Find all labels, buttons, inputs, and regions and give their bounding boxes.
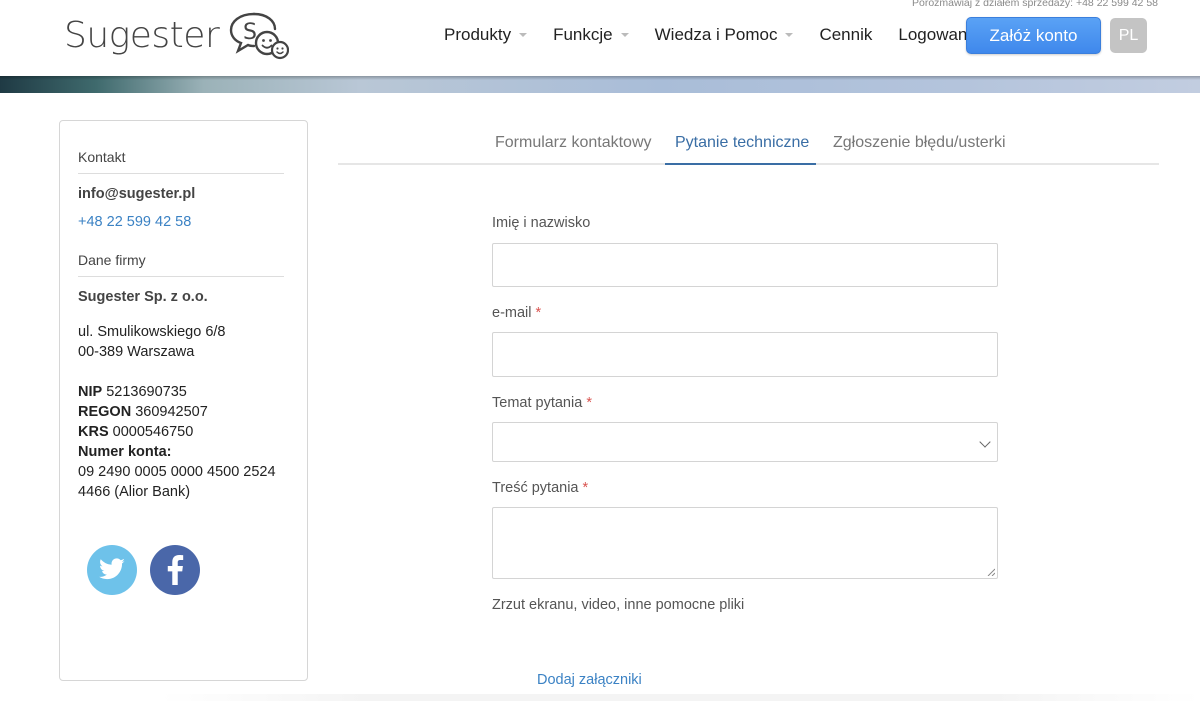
topic-label: Temat pytania *: [492, 395, 592, 411]
address-line-2: 00-389 Warszawa: [78, 344, 195, 360]
tab-zgloszenie-bledu[interactable]: Zgłoszenie błędu/usterki: [833, 120, 1006, 165]
account-label-text: Numer konta:: [78, 444, 172, 460]
topic-label-text: Temat pytania: [492, 395, 583, 411]
logo[interactable]: Sugester S: [64, 10, 290, 60]
nip-label: NIP: [78, 384, 103, 400]
nav-label: Cennik: [819, 25, 873, 44]
krs-row: KRS 0000546750: [78, 422, 193, 442]
nav-label: Produkty: [444, 25, 512, 44]
company-name: Sugester Sp. z o.o.: [78, 289, 208, 305]
required-mark: *: [586, 395, 592, 411]
svg-text:S: S: [243, 20, 257, 45]
twitter-button[interactable]: [87, 545, 137, 595]
sales-phone-line: Porozmawiaj z działem sprzedaży: +48 22 …: [911, 0, 1158, 9]
main-nav: Produkty Funkcje Wiedza i Pomoc Cennik L…: [444, 18, 1007, 52]
nav-label: Funkcje: [553, 25, 613, 44]
content-label: Treść pytania *: [492, 480, 588, 496]
nav-wiedza-i-pomoc[interactable]: Wiedza i Pomoc: [655, 25, 794, 45]
name-label-text: Imię i nazwisko: [492, 215, 591, 231]
banner-shadow: [0, 76, 1200, 80]
contact-email[interactable]: info@sugester.pl: [78, 184, 195, 204]
signup-button[interactable]: Załóż konto: [966, 17, 1101, 54]
twitter-icon: [99, 558, 125, 580]
contact-tabs: Formularz kontaktowy Pytanie techniczne …: [338, 120, 1159, 165]
resize-handle-icon[interactable]: [987, 568, 995, 576]
language-button[interactable]: PL: [1110, 18, 1147, 53]
contact-phone[interactable]: +48 22 599 42 58: [78, 212, 191, 232]
nip-row: NIP 5213690735: [78, 382, 187, 402]
regon-row: REGON 360942507: [78, 402, 208, 422]
caret-down-icon: [519, 33, 528, 37]
files-label: Zrzut ekranu, video, inne pomocne pliki: [492, 597, 745, 613]
account-line-2: 4466 (Alior Bank): [78, 484, 191, 500]
email-input[interactable]: [492, 332, 998, 377]
facebook-icon: [167, 555, 184, 585]
caret-down-icon: [620, 33, 629, 37]
nav-cennik[interactable]: Cennik: [819, 25, 872, 45]
regon-value: 360942507: [135, 404, 208, 420]
regon-label: REGON: [78, 404, 132, 420]
add-attachments-link[interactable]: Dodaj załączniki: [537, 672, 642, 688]
nav-funkcje[interactable]: Funkcje: [553, 25, 629, 45]
email-label-text: e-mail: [492, 305, 532, 321]
name-label: Imię i nazwisko: [492, 215, 590, 231]
chat-bubbles-logo-icon: S: [230, 12, 290, 60]
bottom-edge: [160, 694, 1200, 701]
divider: [78, 173, 284, 174]
tab-pytanie-techniczne[interactable]: Pytanie techniczne: [675, 120, 809, 165]
krs-label: KRS: [78, 424, 109, 440]
krs-value: 0000546750: [112, 424, 194, 440]
content-textarea[interactable]: [492, 507, 998, 579]
nav-produkty[interactable]: Produkty: [444, 25, 528, 45]
required-mark: *: [582, 480, 589, 496]
company-title: Dane firmy: [78, 252, 146, 268]
account-line-1: 09 2490 0005 0000 4500 2524: [78, 464, 276, 480]
caret-down-icon: [785, 33, 794, 37]
contact-title: Kontakt: [78, 149, 126, 165]
contact-sidebar: Kontakt info@sugester.pl +48 22 599 42 5…: [59, 120, 308, 681]
content-label-text: Treść pytania: [492, 480, 579, 496]
active-tab-indicator: [665, 163, 816, 165]
address-line-1: ul. Smulikowskiego 6/8: [78, 324, 226, 340]
chevron-down-icon: [979, 436, 991, 448]
account-label: Numer konta:: [78, 442, 171, 462]
name-input[interactable]: [492, 243, 998, 287]
logo-text: Sugester: [64, 14, 220, 56]
required-mark: *: [535, 305, 542, 321]
tab-formularz-kontaktowy[interactable]: Formularz kontaktowy: [495, 120, 652, 165]
site-header: Porozmawiaj z działem sprzedaży: +48 22 …: [0, 0, 1200, 76]
email-label: e-mail *: [492, 305, 541, 321]
nip-value: 5213690735: [106, 384, 187, 400]
facebook-button[interactable]: [150, 545, 200, 595]
divider: [78, 276, 284, 277]
topic-select[interactable]: [492, 422, 998, 462]
nav-label: Wiedza i Pomoc: [654, 25, 778, 44]
